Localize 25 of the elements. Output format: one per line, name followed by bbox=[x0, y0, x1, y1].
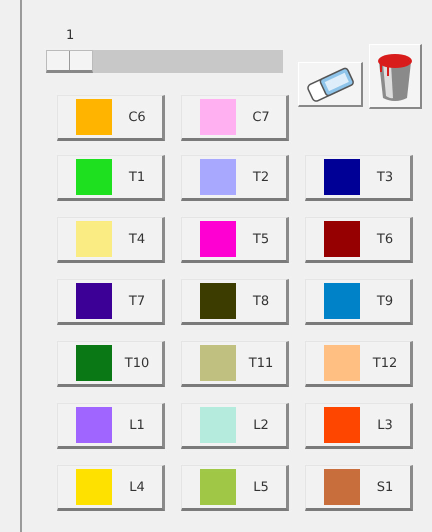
color-button[interactable]: T5 bbox=[181, 217, 289, 263]
color-button[interactable]: L3 bbox=[305, 403, 413, 449]
color-button[interactable]: T7 bbox=[57, 279, 165, 325]
color-button[interactable]: T6 bbox=[305, 217, 413, 263]
color-button[interactable]: L4 bbox=[57, 465, 165, 511]
slider-thumb[interactable] bbox=[46, 50, 93, 73]
color-button[interactable]: T3 bbox=[305, 155, 413, 201]
slider-track[interactable] bbox=[46, 50, 283, 73]
color-button[interactable]: T11 bbox=[181, 341, 289, 387]
color-button[interactable]: C7 bbox=[181, 95, 289, 141]
color-button[interactable]: C6 bbox=[57, 95, 165, 141]
color-button[interactable]: T9 bbox=[305, 279, 413, 325]
color-button[interactable]: L1 bbox=[57, 403, 165, 449]
color-button[interactable]: L2 bbox=[181, 403, 289, 449]
slider-value: 1 bbox=[66, 28, 74, 45]
eraser-button[interactable] bbox=[298, 62, 363, 107]
color-button[interactable]: L5 bbox=[181, 465, 289, 511]
color-button[interactable]: T2 bbox=[181, 155, 289, 201]
color-button[interactable]: T1 bbox=[57, 155, 165, 201]
color-button[interactable]: T12 bbox=[305, 341, 413, 387]
color-button[interactable]: T8 bbox=[181, 279, 289, 325]
color-button[interactable]: T10 bbox=[57, 341, 165, 387]
color-button[interactable]: T4 bbox=[57, 217, 165, 263]
paint-bucket-button[interactable] bbox=[369, 44, 422, 109]
color-button[interactable]: S1 bbox=[305, 465, 413, 511]
